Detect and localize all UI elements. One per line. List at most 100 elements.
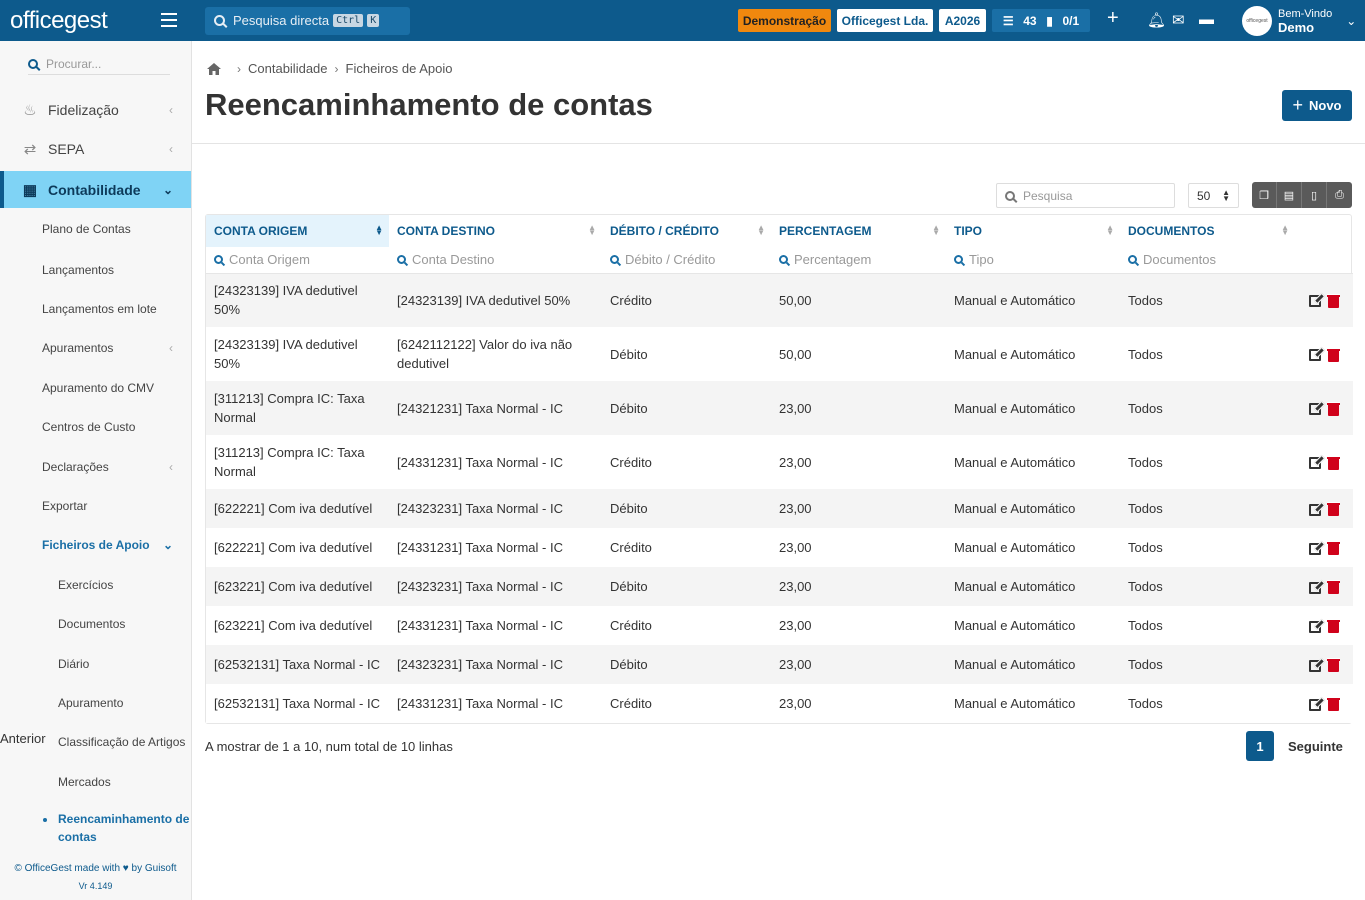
filter-documentos[interactable]: Documentos bbox=[1120, 247, 1287, 274]
filter-conta-destino[interactable]: Conta Destino bbox=[389, 247, 602, 274]
cell-conta-destino: [24323231] Taxa Normal - IC bbox=[389, 645, 602, 684]
cell-percentagem: 23,00 bbox=[771, 567, 946, 606]
filter-conta-origem[interactable]: Conta Origem bbox=[206, 247, 389, 274]
cell-debito-credito: Débito bbox=[602, 567, 771, 606]
home-icon[interactable] bbox=[206, 62, 222, 76]
table-row[interactable]: [62532131] Taxa Normal - IC [24331231] Ta… bbox=[206, 684, 1353, 723]
sidebar-sub-exportar[interactable]: Exportar bbox=[0, 491, 191, 521]
pdf-icon[interactable]: ▯ bbox=[1302, 182, 1327, 208]
sidebar-subsub-apuramento[interactable]: Apuramento bbox=[0, 688, 191, 718]
new-button-label: Novo bbox=[1309, 98, 1342, 113]
column-header-debito-credito[interactable]: DÉBITO / CRÉDITO ▲ ▼ bbox=[602, 215, 771, 247]
sidebar-item-contabilidade[interactable]: ▦ Contabilidade ⌄ bbox=[0, 171, 191, 208]
delete-trash-icon[interactable] bbox=[1327, 619, 1340, 634]
sidebar-subsub-mercados[interactable]: Mercados bbox=[0, 767, 191, 797]
edit-icon[interactable] bbox=[1309, 659, 1321, 672]
column-header-documentos[interactable]: DOCUMENTOS ▲ ▼ bbox=[1120, 215, 1289, 247]
edit-icon[interactable] bbox=[1309, 581, 1321, 594]
column-header-percentagem[interactable]: PERCENTAGEM ▲ ▼ bbox=[771, 215, 946, 247]
delete-trash-icon[interactable] bbox=[1327, 455, 1340, 470]
delete-trash-icon[interactable] bbox=[1327, 347, 1340, 362]
sidebar-item-label: Contabilidade bbox=[48, 181, 141, 198]
table-row[interactable]: [24323139] IVA dedutivel 50% [6242112122]… bbox=[206, 327, 1353, 381]
logo[interactable]: officegest bbox=[0, 0, 192, 41]
previous-page-button[interactable]: Anterior bbox=[0, 731, 46, 746]
sidebar-sub-apuramento-cmv[interactable]: Apuramento do CMV bbox=[0, 373, 191, 403]
cell-percentagem: 23,00 bbox=[771, 435, 946, 489]
sidebar-subsub-exercicios[interactable]: Exercícios bbox=[0, 570, 191, 600]
sidebar-sub-apuramentos[interactable]: Apuramentos ‹ bbox=[0, 333, 191, 363]
column-header-tipo[interactable]: TIPO ▲ ▼ bbox=[946, 215, 1120, 247]
new-button[interactable]: + Novo bbox=[1282, 90, 1352, 121]
sidebar-subsub-diario[interactable]: Diário bbox=[0, 649, 191, 679]
add-icon[interactable]: + bbox=[1107, 7, 1119, 30]
filter-tipo[interactable]: Tipo bbox=[946, 247, 1120, 274]
sidebar-sub-lancamentos[interactable]: Lançamentos bbox=[0, 255, 191, 285]
delete-trash-icon[interactable] bbox=[1327, 658, 1340, 673]
delete-trash-icon[interactable] bbox=[1327, 697, 1340, 712]
excel-icon[interactable]: ▤ bbox=[1277, 182, 1302, 208]
sidebar-sub-declaracoes[interactable]: Declarações ‹ bbox=[0, 452, 191, 482]
table-row[interactable]: [622221] Com iva dedutível [24331231] Tax… bbox=[206, 528, 1353, 567]
global-search-input[interactable]: Pesquisa directa Ctrl K bbox=[205, 6, 410, 35]
plus-icon: + bbox=[1292, 95, 1303, 115]
counters-group[interactable]: ☰ 43 ▮ 0/1 bbox=[992, 9, 1090, 32]
delete-trash-icon[interactable] bbox=[1327, 401, 1340, 416]
edit-icon[interactable] bbox=[1309, 403, 1321, 416]
sidebar-sub-label: Ficheiros de Apoio bbox=[42, 538, 150, 552]
page-size-value: 50 bbox=[1197, 188, 1211, 203]
filter-debito-credito[interactable]: Débito / Crédito bbox=[602, 247, 771, 274]
demo-badge[interactable]: Demonstração bbox=[738, 9, 831, 32]
column-header-conta-origem[interactable]: CONTA ORIGEM ▲ ▼ bbox=[206, 215, 389, 247]
company-selector[interactable]: Officegest Lda. bbox=[837, 9, 933, 32]
table-row[interactable]: [623221] Com iva dedutível [24323231] Tax… bbox=[206, 567, 1353, 606]
delete-trash-icon[interactable] bbox=[1327, 580, 1340, 595]
edit-icon[interactable] bbox=[1309, 503, 1321, 516]
page-button-current[interactable]: 1 bbox=[1246, 731, 1274, 761]
copy-icon[interactable]: ❐ bbox=[1252, 182, 1277, 208]
table-row[interactable]: [623221] Com iva dedutível [24331231] Tax… bbox=[206, 606, 1353, 645]
sidebar-sub-plano-de-contas[interactable]: Plano de Contas bbox=[0, 214, 191, 244]
column-header-conta-destino[interactable]: CONTA DESTINO ▲ ▼ bbox=[389, 215, 602, 247]
delete-trash-icon[interactable] bbox=[1327, 502, 1340, 517]
edit-icon[interactable] bbox=[1309, 698, 1321, 711]
filter-percentagem[interactable]: Percentagem bbox=[771, 247, 946, 274]
edit-icon[interactable] bbox=[1309, 457, 1321, 470]
sidebar-item-fidelizacao[interactable]: ♨ Fidelização ‹ bbox=[0, 93, 191, 127]
next-page-button[interactable]: Seguinte bbox=[1288, 739, 1343, 754]
search-icon bbox=[214, 15, 225, 26]
sort-icon: ▲ ▼ bbox=[757, 223, 765, 237]
notifications-bell-icon[interactable]: 🔔︎ bbox=[1147, 11, 1166, 29]
sidebar-subsub-reencaminhamento[interactable]: Reencaminhamento de contas bbox=[0, 810, 191, 846]
table-row[interactable]: [62532131] Taxa Normal - IC [24323231] Ta… bbox=[206, 645, 1353, 684]
page-size-select[interactable]: 50 ▲ ▼ bbox=[1188, 183, 1239, 208]
edit-icon[interactable] bbox=[1309, 542, 1321, 555]
sidebar-sub-ficheiros-de-apoio[interactable]: Ficheiros de Apoio ⌄ bbox=[0, 530, 191, 560]
sidebar-subsub-documentos[interactable]: Documentos bbox=[0, 609, 191, 639]
messages-envelope-icon[interactable]: ✉ bbox=[1172, 11, 1185, 29]
user-menu[interactable]: officegest Bem-Vindo Demo ⌄ bbox=[1242, 6, 1356, 36]
sidebar-sub-centros-de-custo[interactable]: Centros de Custo bbox=[0, 412, 191, 442]
sidebar-item-sepa[interactable]: ⇄ SEPA ‹ bbox=[0, 132, 191, 166]
tickets-icon[interactable]: ▬ bbox=[1199, 11, 1214, 28]
edit-icon[interactable] bbox=[1309, 295, 1321, 308]
sidebar-search-input[interactable]: Procurar... bbox=[28, 53, 170, 75]
hamburger-menu-icon[interactable] bbox=[161, 13, 177, 27]
delete-trash-icon[interactable] bbox=[1327, 541, 1340, 556]
table-row[interactable]: [311213] Compra IC: Taxa Normal [24321231… bbox=[206, 381, 1353, 435]
table-row[interactable]: [311213] Compra IC: Taxa Normal [24331231… bbox=[206, 435, 1353, 489]
table-row[interactable]: [24323139] IVA dedutivel 50% [24323139] I… bbox=[206, 273, 1353, 327]
edit-icon[interactable] bbox=[1309, 620, 1321, 633]
year-selector[interactable]: A2026 bbox=[939, 9, 986, 32]
cell-tipo: Manual e Automático bbox=[946, 567, 1120, 606]
delete-trash-icon[interactable] bbox=[1327, 293, 1340, 308]
column-header-label: CONTA ORIGEM bbox=[214, 224, 308, 238]
sidebar-sub-lancamentos-em-lote[interactable]: Lançamentos em lote bbox=[0, 294, 191, 324]
table-search-input[interactable]: Pesquisa bbox=[996, 183, 1175, 208]
breadcrumb-contabilidade[interactable]: Contabilidade bbox=[248, 61, 328, 76]
breadcrumb-ficheiros-de-apoio[interactable]: Ficheiros de Apoio bbox=[346, 61, 453, 76]
edit-icon[interactable] bbox=[1309, 349, 1321, 362]
cell-tipo: Manual e Automático bbox=[946, 381, 1120, 435]
print-icon[interactable]: ⎙ bbox=[1327, 182, 1352, 208]
table-row[interactable]: [622221] Com iva dedutível [24323231] Tax… bbox=[206, 489, 1353, 528]
